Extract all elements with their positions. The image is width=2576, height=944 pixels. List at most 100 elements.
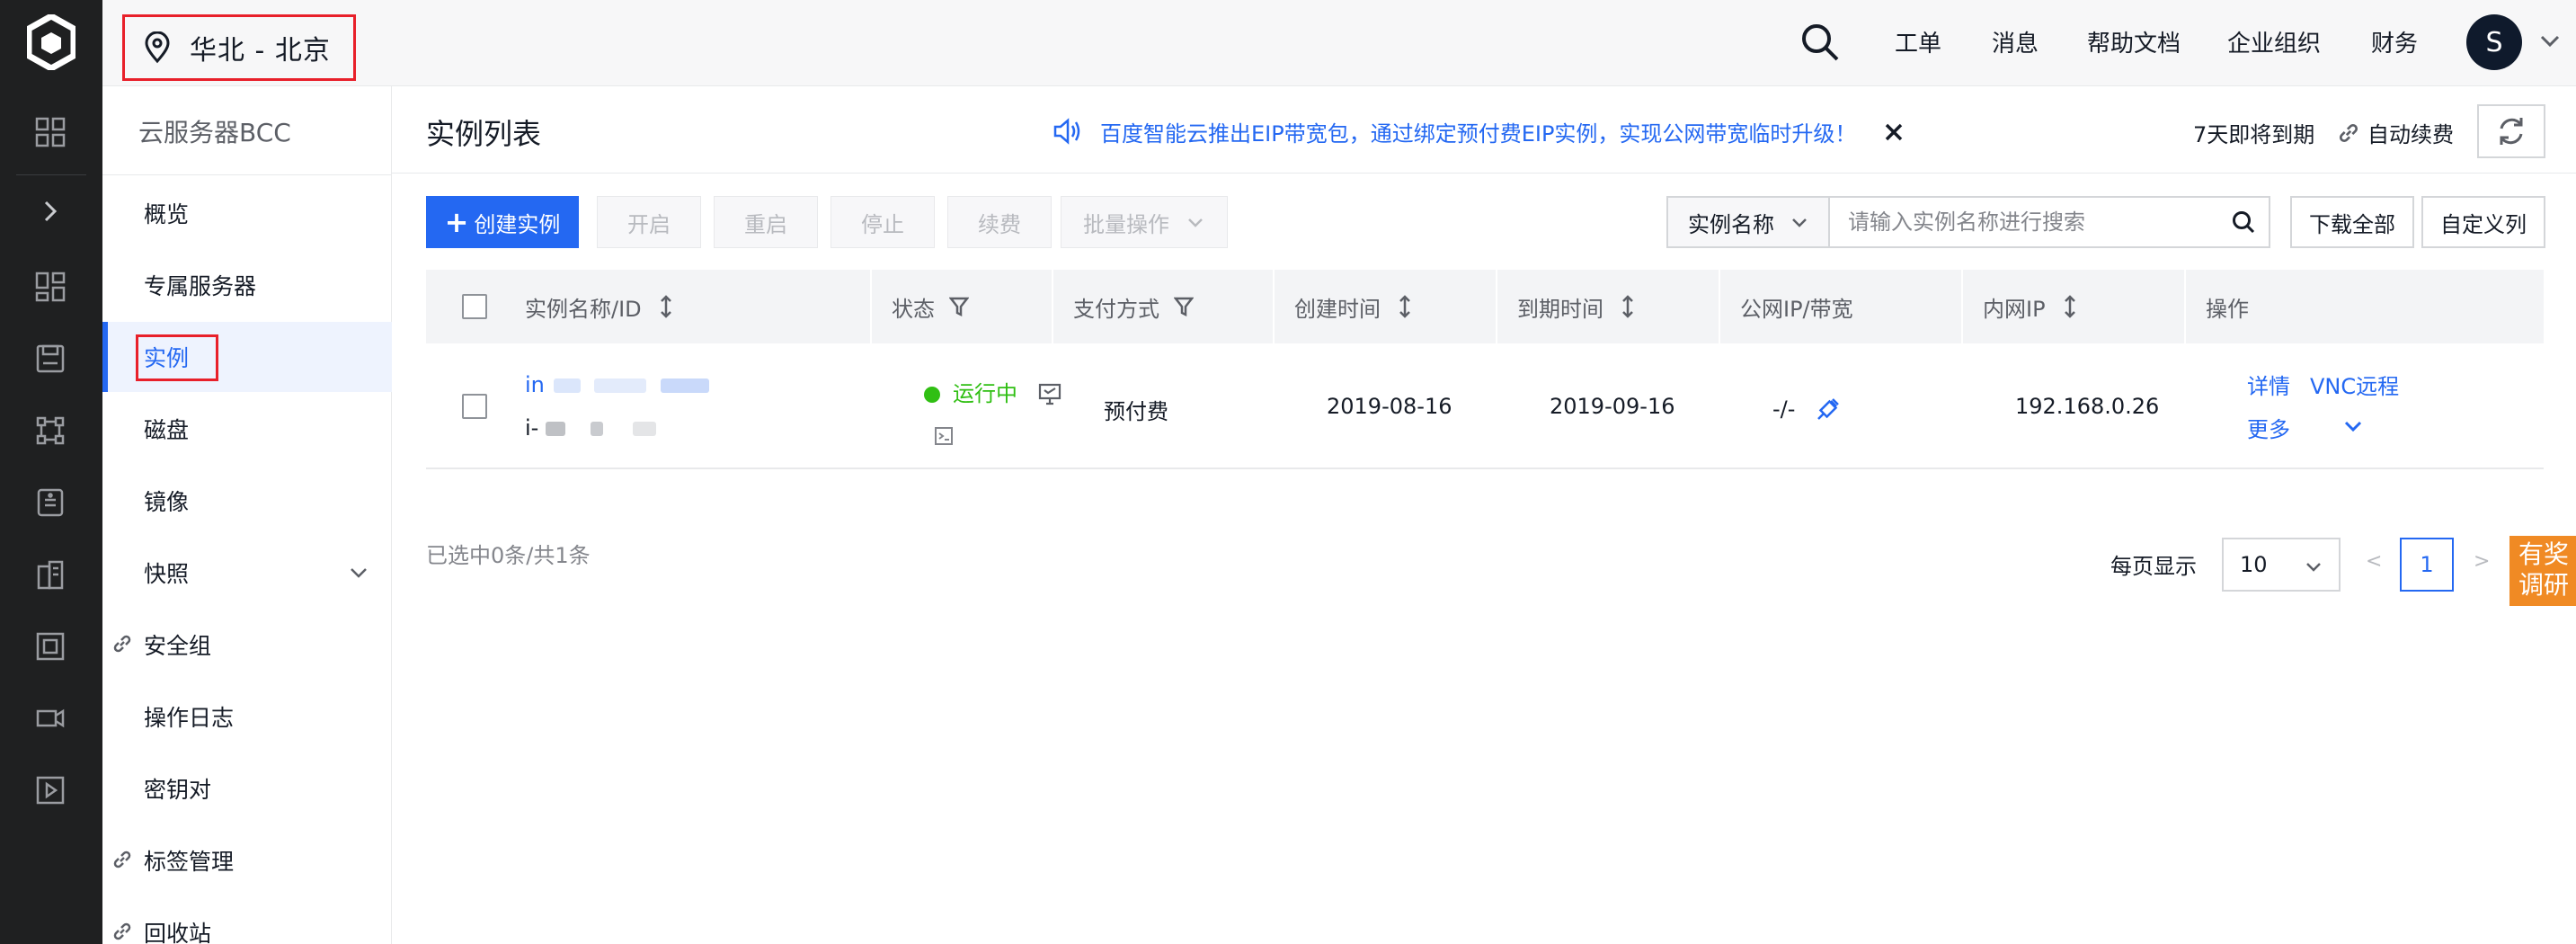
custom-columns-button[interactable]: 自定义列 — [2421, 196, 2545, 248]
expires-cell: 2019-09-16 — [1550, 394, 1675, 419]
sort-icon[interactable] — [1395, 295, 1415, 318]
next-page-button[interactable]: > — [2474, 550, 2490, 573]
chevron-down-icon[interactable] — [2341, 414, 2366, 439]
row-checkbox[interactable] — [462, 394, 487, 419]
stop-button[interactable]: 停止 — [831, 196, 935, 248]
expiring-soon-link[interactable]: 7天即将到期 — [2193, 117, 2314, 148]
sidebar-item-overview[interactable]: 概览 — [102, 178, 392, 248]
database-icon[interactable] — [31, 484, 69, 521]
sidebar-item-operation-log[interactable]: 操作日志 — [102, 681, 392, 752]
col-label: 实例名称/ID — [525, 296, 642, 322]
survey-badge[interactable]: 有奖调研 — [2509, 536, 2576, 606]
details-link[interactable]: 详情 — [2247, 369, 2290, 400]
chevron-right-icon[interactable] — [31, 192, 69, 230]
sidebar-item-keypair[interactable]: 密钥对 — [102, 753, 392, 824]
chevron-down-icon[interactable] — [347, 561, 370, 584]
refresh-button[interactable] — [2477, 104, 2545, 158]
col-created[interactable]: 创建时间 — [1294, 270, 1415, 343]
more-link[interactable]: 更多 — [2247, 412, 2290, 443]
col-actions: 操作 — [2206, 270, 2249, 343]
sidebar-item-image[interactable]: 镜像 — [102, 466, 392, 536]
sidebar-item-label: 磁盘 — [144, 417, 190, 443]
save-disk-icon[interactable] — [31, 340, 69, 378]
location-pin-icon — [145, 31, 170, 64]
select-all-checkbox[interactable] — [462, 294, 487, 319]
nav-enterprise[interactable]: 企业组织 — [2227, 25, 2321, 58]
page-size-select[interactable]: 10 — [2222, 538, 2341, 592]
page-title: 实例列表 — [426, 117, 542, 151]
start-button[interactable]: 开启 — [597, 196, 701, 248]
search-icon[interactable] — [1799, 22, 1841, 63]
table-header: 实例名称/ID 状态 支付方式 创建时间 到期时间 公网IP/带宽 内网IP 操… — [426, 270, 2544, 343]
sort-icon[interactable] — [1618, 295, 1638, 318]
avatar[interactable]: S — [2466, 14, 2522, 70]
close-icon[interactable] — [1880, 119, 1907, 146]
search-field-select[interactable]: 实例名称 — [1668, 198, 1830, 246]
table-row: in i- 运行中 预付费 2019-08-16 2019-09-16 -/- … — [426, 343, 2544, 469]
play-icon[interactable] — [31, 771, 69, 809]
sort-icon[interactable] — [2060, 295, 2080, 318]
auto-renew-link[interactable]: 自动续费 — [2337, 117, 2454, 148]
sidebar-item-label: 专属服务器 — [144, 273, 257, 299]
announcement[interactable]: 百度智能云推出EIP带宽包，通过绑定预付费EIP实例，实现公网带宽临时升级！ — [1052, 115, 1856, 147]
page-number-1[interactable]: 1 — [2400, 538, 2454, 592]
monitor-icon[interactable] — [1037, 382, 1062, 407]
download-all-button[interactable]: 下载全部 — [2290, 196, 2414, 248]
filter-icon[interactable] — [949, 295, 969, 318]
sidebar-item-dedicated-server[interactable]: 专属服务器 — [102, 250, 392, 320]
nav-ticket[interactable]: 工单 — [1895, 25, 1941, 58]
instance-name-link[interactable]: in — [525, 372, 709, 397]
restart-label: 重启 — [744, 211, 787, 237]
terminal-icon[interactable] — [933, 424, 956, 448]
selected-item-frame — [136, 334, 218, 381]
filter-icon[interactable] — [1174, 295, 1194, 318]
bind-eip-icon[interactable] — [1813, 396, 1842, 424]
status-dot — [924, 387, 940, 403]
private-ip-cell: 192.168.0.26 — [2015, 394, 2160, 419]
sidebar-item-security-group[interactable]: 安全组 — [102, 610, 392, 680]
col-instance-name[interactable]: 实例名称/ID — [525, 270, 676, 343]
building-icon[interactable] — [31, 556, 69, 593]
sidebar-item-recycle-bin[interactable]: 回收站 — [102, 897, 392, 944]
redacted-text — [633, 422, 657, 436]
nav-help-docs[interactable]: 帮助文档 — [2087, 25, 2181, 58]
col-payment[interactable]: 支付方式 — [1073, 270, 1194, 343]
instance-name[interactable]: in — [525, 372, 545, 397]
col-private-ip[interactable]: 内网IP — [1983, 270, 2080, 343]
sort-icon[interactable] — [656, 295, 676, 318]
frame-icon[interactable] — [31, 628, 69, 665]
nav-messages[interactable]: 消息 — [1992, 25, 2039, 58]
col-status[interactable]: 状态 — [892, 270, 969, 343]
batch-operation-dropdown[interactable]: 批量操作 — [1061, 196, 1228, 248]
col-label: 到期时间 — [1517, 296, 1603, 322]
search-input[interactable] — [1830, 198, 2218, 246]
col-label: 支付方式 — [1073, 296, 1159, 322]
survey-label: 有奖调研 — [2518, 539, 2570, 600]
sidebar-item-tag-management[interactable]: 标签管理 — [102, 825, 392, 895]
col-expires[interactable]: 到期时间 — [1517, 270, 1638, 343]
renew-button[interactable]: 续费 — [947, 196, 1052, 248]
network-icon[interactable] — [31, 412, 69, 450]
col-label: 创建时间 — [1294, 296, 1381, 322]
refresh-icon — [2500, 118, 2523, 145]
sidebar-item-label: 操作日志 — [144, 705, 235, 731]
video-icon[interactable] — [31, 699, 69, 737]
dashboard-icon[interactable] — [31, 268, 69, 306]
column-divider — [1273, 270, 1275, 343]
prev-page-button[interactable]: < — [2366, 550, 2382, 573]
baidu-cloud-logo[interactable] — [25, 12, 77, 73]
chevron-down-icon[interactable] — [2536, 27, 2563, 54]
search-submit-button[interactable] — [2218, 198, 2269, 246]
vnc-remote-link[interactable]: VNC远程 — [2310, 369, 2399, 400]
announcement-text[interactable]: 百度智能云推出EIP带宽包，通过绑定预付费EIP实例，实现公网带宽临时升级！ — [1100, 116, 1856, 147]
title-divider — [392, 173, 2576, 174]
region-selector[interactable]: 华北 - 北京 — [122, 14, 356, 81]
sidebar-item-label: 概览 — [144, 201, 190, 227]
grid-icon[interactable] — [31, 113, 69, 151]
restart-button[interactable]: 重启 — [714, 196, 818, 248]
nav-finance[interactable]: 财务 — [2371, 25, 2418, 58]
sidebar-item-disk[interactable]: 磁盘 — [102, 394, 392, 464]
sidebar-item-snapshot[interactable]: 快照 — [102, 538, 392, 608]
main-content: 实例列表 百度智能云推出EIP带宽包，通过绑定预付费EIP实例，实现公网带宽临时… — [392, 86, 2576, 944]
create-instance-button[interactable]: + 创建实例 — [426, 196, 579, 248]
